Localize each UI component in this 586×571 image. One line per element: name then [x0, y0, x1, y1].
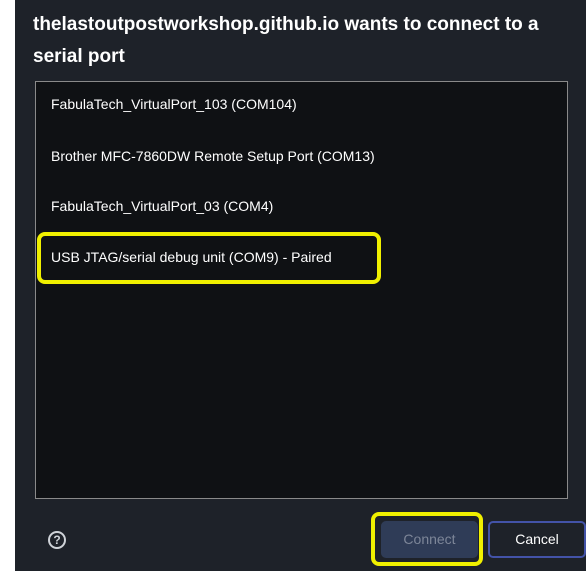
port-item-com9[interactable]: USB JTAG/serial debug unit (COM9) - Pair… — [51, 244, 332, 270]
serial-port-dialog: thelastoutpostworkshop.github.io wants t… — [15, 0, 586, 571]
port-item-com104[interactable]: FabulaTech_VirtualPort_103 (COM104) — [51, 91, 297, 117]
dialog-title: thelastoutpostworkshop.github.io wants t… — [33, 14, 539, 67]
port-item-com4[interactable]: FabulaTech_VirtualPort_03 (COM4) — [51, 193, 273, 219]
connect-button[interactable]: Connect — [381, 521, 478, 558]
port-list[interactable]: FabulaTech_VirtualPort_103 (COM104) Brot… — [35, 81, 568, 499]
help-icon[interactable]: ? — [48, 531, 66, 549]
port-item-com13[interactable]: Brother MFC-7860DW Remote Setup Port (CO… — [51, 143, 375, 169]
cancel-button[interactable]: Cancel — [488, 521, 586, 558]
